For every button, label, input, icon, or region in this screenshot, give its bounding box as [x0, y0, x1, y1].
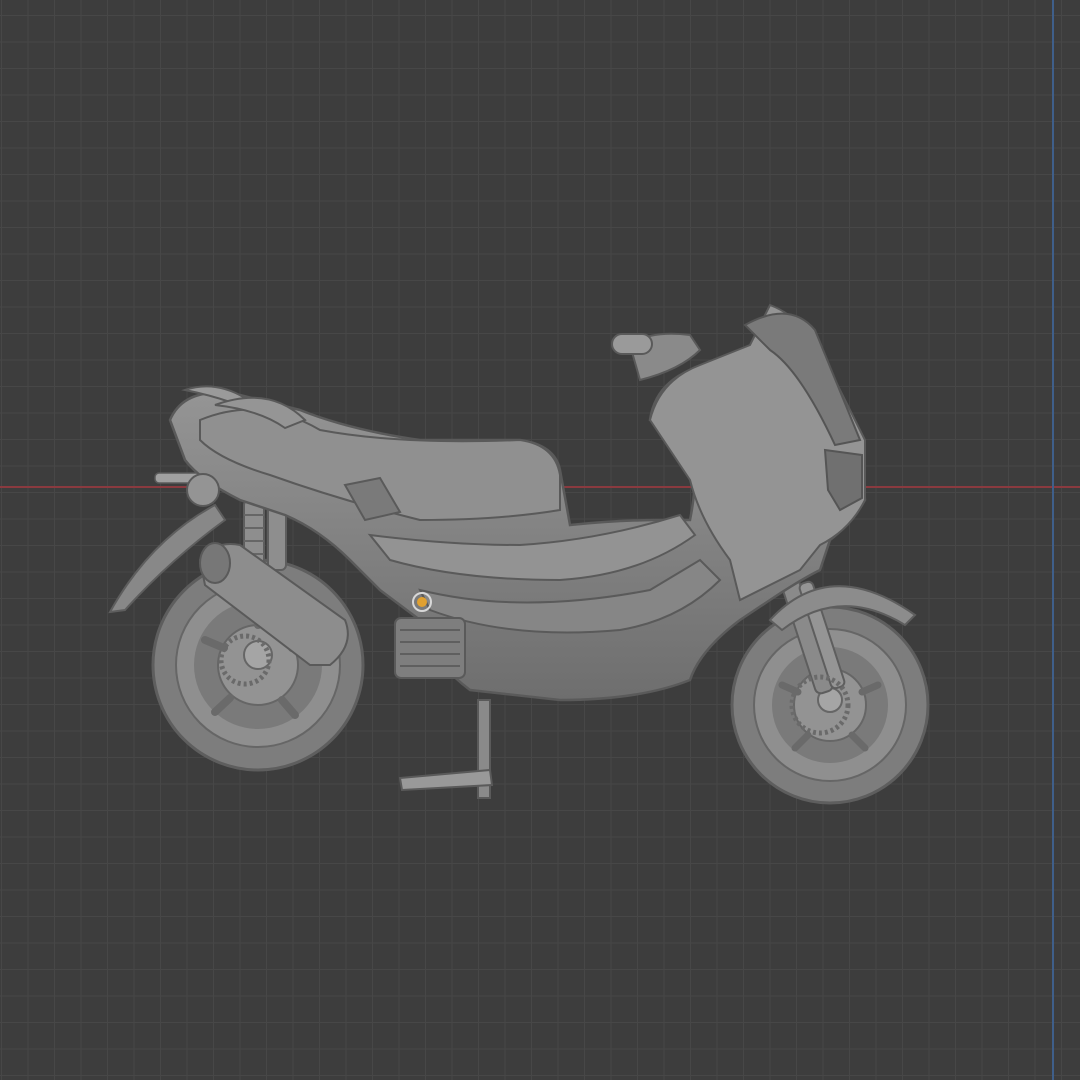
engine-grille: [394, 617, 466, 679]
scooter-model[interactable]: [0, 0, 1080, 1080]
3d-viewport[interactable]: [0, 0, 1080, 1080]
center-stand: [398, 699, 494, 799]
